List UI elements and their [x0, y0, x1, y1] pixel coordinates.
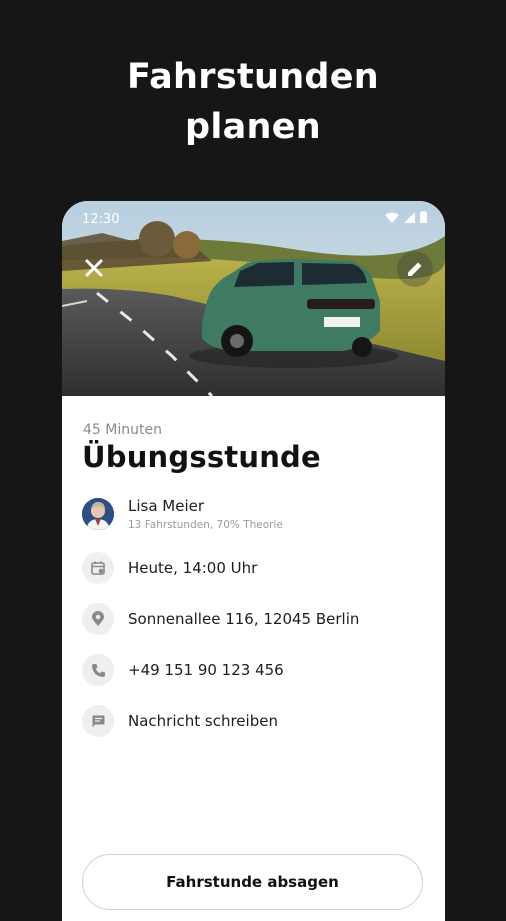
lesson-address: Sonnenallee 116, 12045 Berlin — [128, 610, 360, 628]
phone-icon-badge — [82, 654, 114, 686]
close-icon — [85, 259, 103, 277]
lesson-title: Übungsstunde — [82, 440, 321, 474]
headline: Fahrstunden planen — [0, 52, 506, 152]
message-icon-badge — [82, 705, 114, 737]
headline-line-1: Fahrstunden — [126, 57, 380, 97]
teacher-avatar — [82, 498, 114, 530]
battery-icon — [420, 211, 427, 223]
wifi-icon — [385, 212, 399, 223]
datetime-row: Heute, 14:00 Uhr — [82, 551, 427, 585]
calendar-icon-badge — [82, 552, 114, 584]
teacher-name: Lisa Meier — [128, 496, 205, 515]
teacher-stats: 13 Fahrstunden, 70% Theorie — [128, 518, 283, 531]
signal-icon — [404, 211, 415, 223]
message-icon — [92, 715, 104, 727]
hero-image — [62, 201, 445, 396]
lesson-duration: 45 Minuten — [83, 422, 162, 438]
edit-icon — [408, 262, 422, 276]
teacher-row[interactable]: Lisa Meier 13 Fahrstunden, 70% Theorie — [82, 497, 427, 531]
edit-button[interactable] — [397, 251, 433, 287]
headline-line-2: planen — [184, 107, 322, 147]
message-row[interactable]: Nachricht schreiben — [82, 704, 427, 738]
location-pin-icon — [92, 611, 104, 626]
phone-frame: 12:30 45 Minuten Übungsstunde Lisa Meier… — [62, 201, 445, 921]
address-row[interactable]: Sonnenallee 116, 12045 Berlin — [82, 602, 427, 636]
location-icon-badge — [82, 603, 114, 635]
phone-icon — [91, 663, 105, 677]
car-photo — [62, 201, 445, 396]
cancel-lesson-button[interactable]: Fahrstunde absagen — [82, 854, 423, 910]
calendar-icon — [91, 561, 105, 575]
lesson-datetime: Heute, 14:00 Uhr — [128, 559, 258, 577]
message-action: Nachricht schreiben — [128, 712, 278, 730]
status-icons — [385, 211, 427, 223]
status-time: 12:30 — [82, 212, 120, 227]
phone-number: +49 151 90 123 456 — [128, 661, 284, 679]
close-button[interactable] — [80, 254, 108, 282]
phone-row[interactable]: +49 151 90 123 456 — [82, 653, 427, 687]
